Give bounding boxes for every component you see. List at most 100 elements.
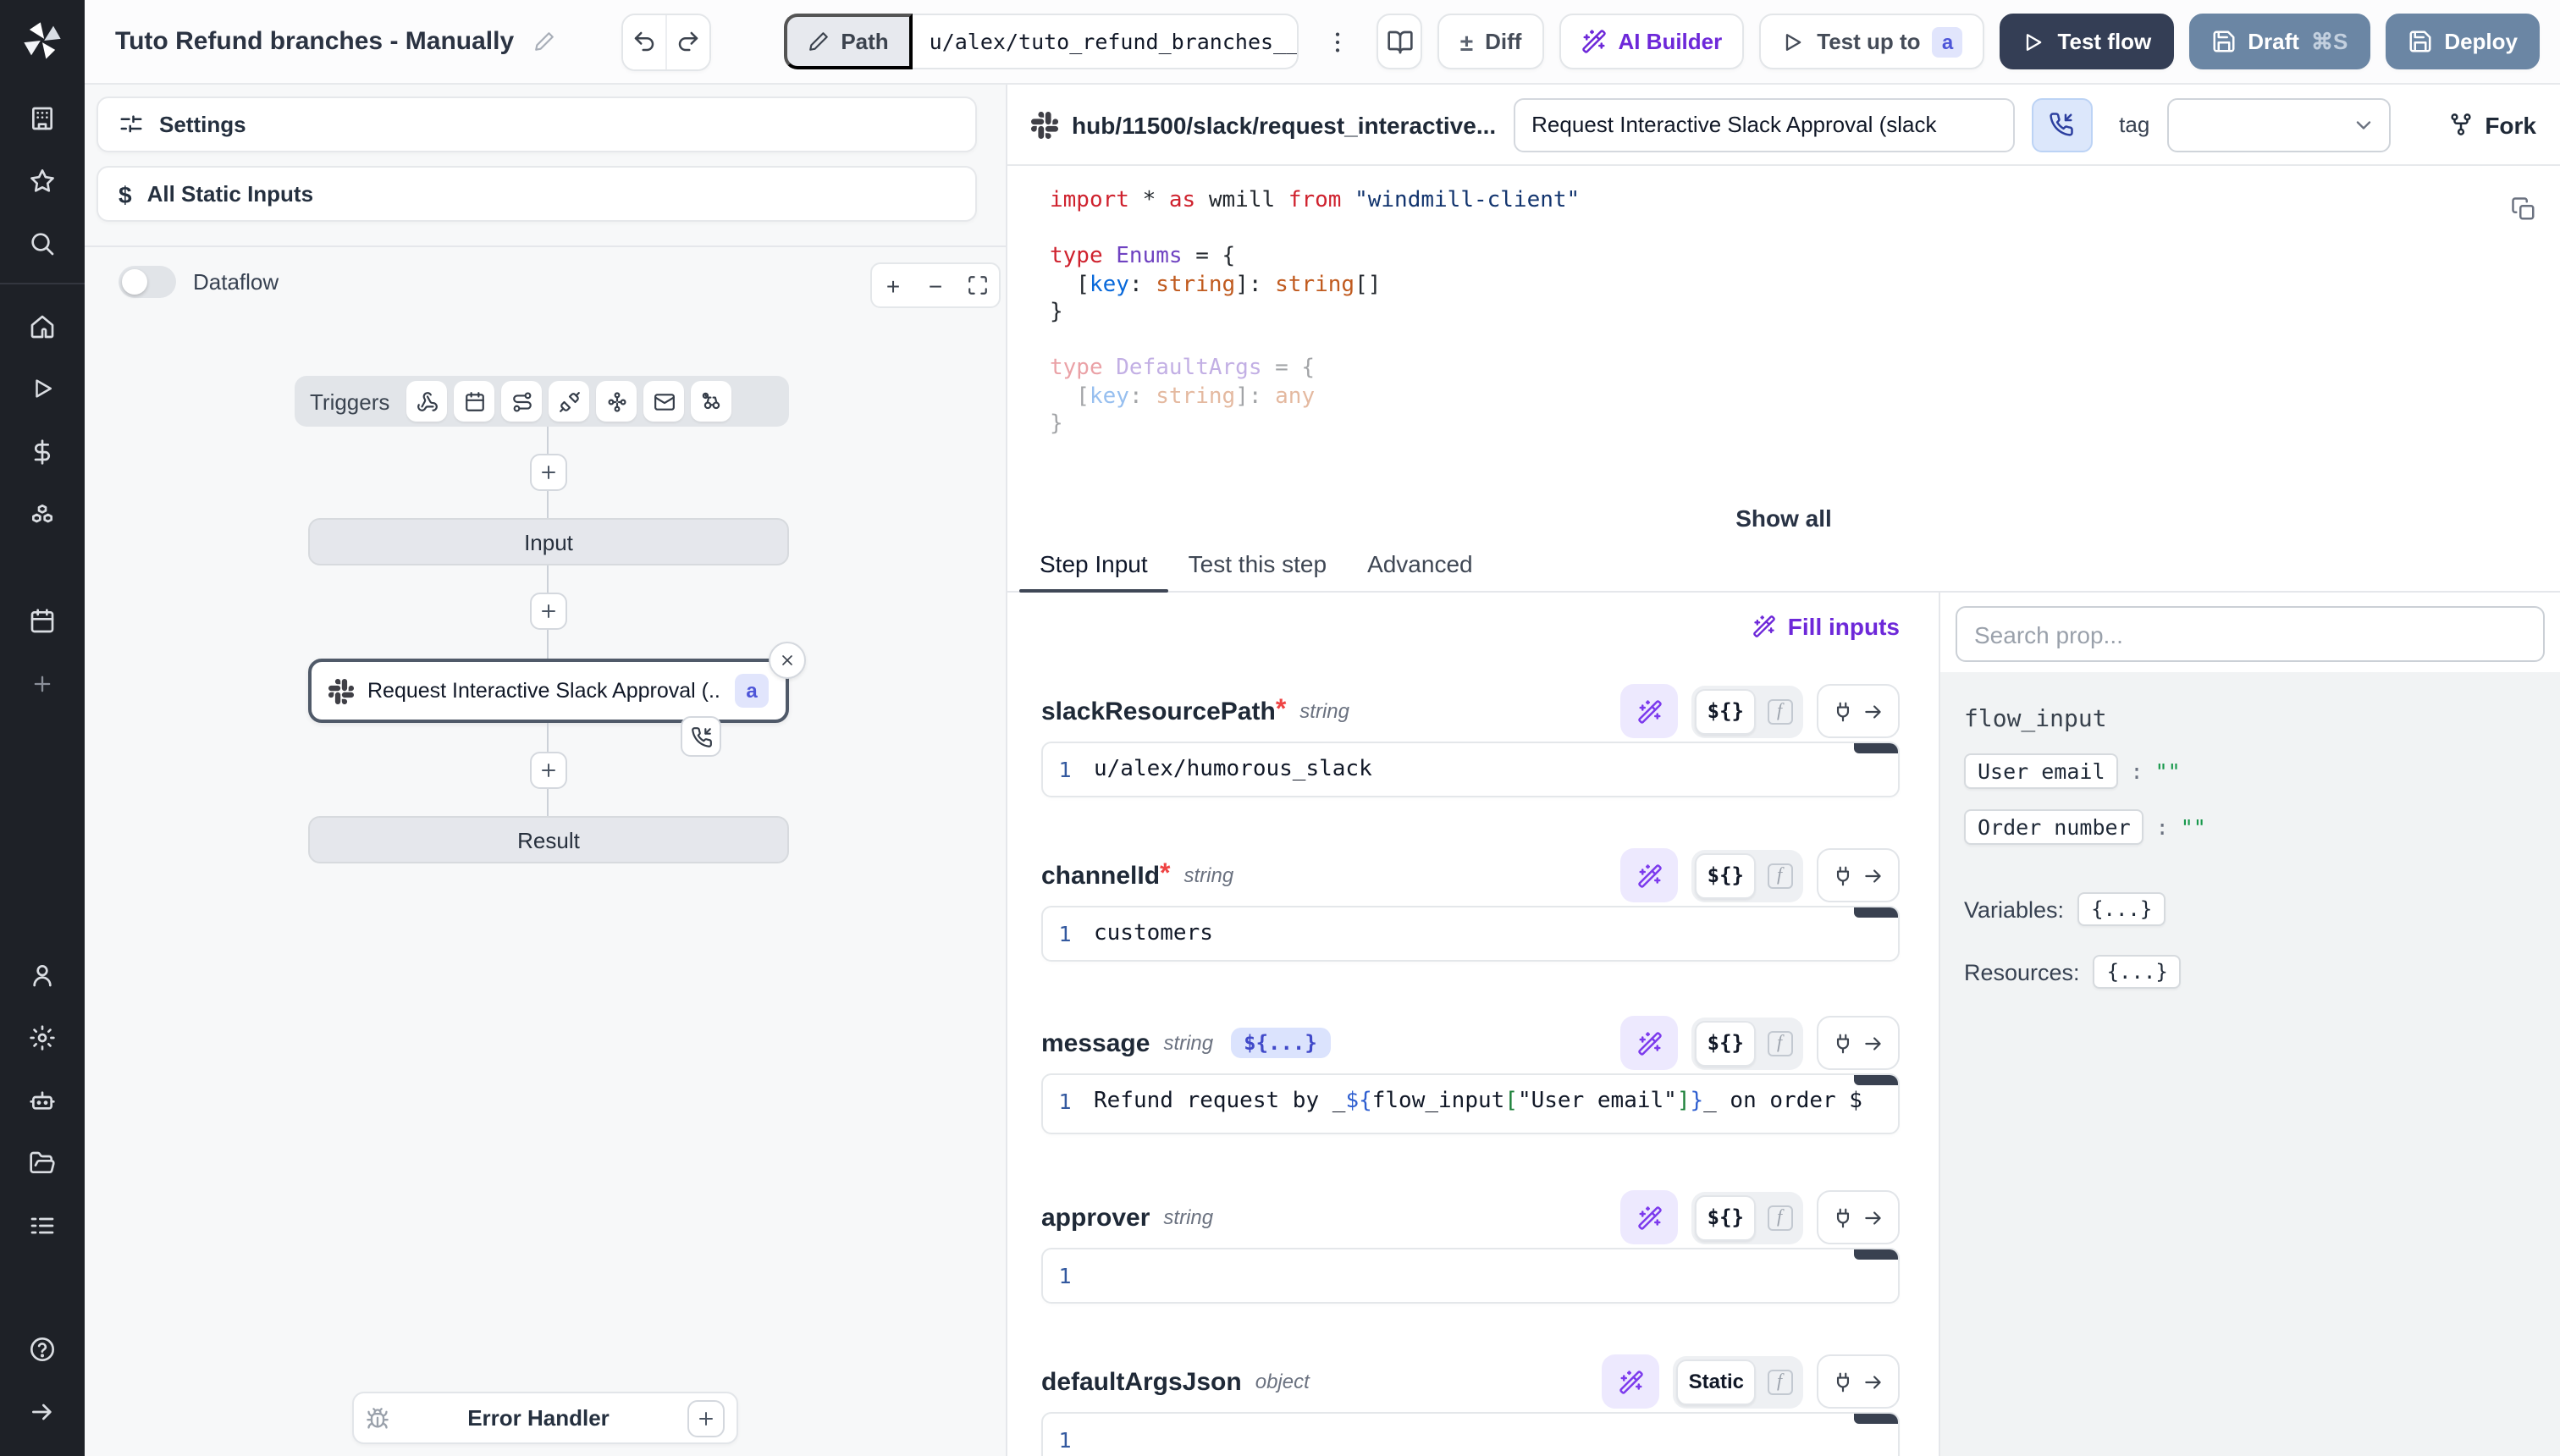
home-icon[interactable] [0,295,85,357]
http-route-icon[interactable] [501,381,542,422]
connect-input-button[interactable] [1817,684,1900,738]
function-mode-button[interactable]: f [1759,1359,1800,1404]
suspend-approval-phone-icon[interactable] [681,716,721,757]
template-mode-button[interactable]: ${} [1696,688,1756,734]
field-value[interactable] [1087,1249,1898,1302]
path-button[interactable]: Path [783,14,912,69]
fill-inputs-button[interactable]: Fill inputs [1752,613,1900,640]
variables-chip[interactable]: {...} [2077,892,2166,926]
field-value[interactable]: customers [1087,907,1898,960]
search-prop-input[interactable] [1956,606,2545,662]
kafka-icon[interactable] [596,381,637,422]
test-up-to-button[interactable]: Test up to a [1759,14,1984,69]
field-value[interactable]: u/alex/humorous_slack [1087,743,1898,796]
favorites-star-icon[interactable] [0,149,85,212]
scheduled-poll-icon[interactable] [691,381,731,422]
template-mode-button[interactable]: ${} [1696,852,1756,898]
copy-code-icon[interactable] [2511,196,2536,222]
connect-input-button[interactable] [1817,1016,1900,1070]
diff-button[interactable]: ± Diff [1438,14,1544,69]
schedule-calendar-icon[interactable] [454,381,494,422]
insert-step-button[interactable] [530,454,567,491]
tag-select[interactable] [2166,97,2390,152]
connect-input-button[interactable] [1817,1354,1900,1409]
audit-logs-icon[interactable] [0,1194,85,1256]
test-flow-button[interactable]: Test flow [2000,14,2174,69]
ai-fill-wand-icon[interactable] [1603,1354,1660,1409]
help-icon[interactable] [0,1317,85,1380]
hub-script-path[interactable]: hub/11500/slack/request_interactive... [1031,111,1496,138]
field-editor-message[interactable]: 1 Refund request by _${flow_input["User … [1041,1073,1900,1134]
flow-settings-button[interactable]: Settings [97,97,977,152]
show-all-button[interactable]: Show all [1735,505,1832,532]
runs-play-icon[interactable] [0,357,85,420]
path-value[interactable]: u/alex/tuto_refund_branches__ [913,14,1299,69]
function-mode-button[interactable]: f [1759,852,1800,898]
edit-title-pencil-icon[interactable] [532,30,554,52]
editor-scrollbar[interactable] [1854,1249,1898,1260]
expand-sidebar-icon[interactable] [0,1380,85,1442]
function-mode-button[interactable]: f [1759,1020,1800,1066]
field-editor-channelId[interactable]: 1 customers [1041,906,1900,962]
redo-button[interactable] [665,14,709,69]
ai-fill-wand-icon[interactable] [1621,848,1679,902]
more-options-kebab-icon[interactable] [1314,14,1361,69]
editor-scrollbar[interactable] [1854,743,1898,753]
field-editor-defaultArgsJson[interactable]: 1 [1041,1412,1900,1456]
insert-step-button[interactable] [530,593,567,630]
settings-gear-icon[interactable] [0,1006,85,1068]
email-icon[interactable] [643,381,684,422]
function-mode-button[interactable]: f [1759,1194,1800,1240]
workspace-icon[interactable] [0,86,85,149]
connect-input-button[interactable] [1817,1190,1900,1244]
triggers-node[interactable]: Triggers [295,376,789,427]
suspend-approval-phone-button[interactable] [2031,97,2092,152]
insert-step-button[interactable] [530,752,567,789]
websocket-plug-icon[interactable] [549,381,589,422]
step-title-input[interactable] [1513,97,2014,152]
editor-scrollbar[interactable] [1854,907,1898,918]
template-mode-button[interactable]: ${} [1696,1020,1756,1066]
prop-chip[interactable]: User email [1964,753,2119,789]
field-editor-approver[interactable]: 1 [1041,1248,1900,1304]
ai-fill-wand-icon[interactable] [1621,1016,1679,1070]
field-value[interactable] [1087,1414,1898,1456]
fork-button[interactable]: Fork [2447,111,2536,138]
webhook-icon[interactable] [406,381,447,422]
editor-scrollbar[interactable] [1854,1075,1898,1085]
fit-view-icon[interactable] [957,264,999,306]
field-editor-slackResourcePath[interactable]: 1 u/alex/humorous_slack [1041,742,1900,797]
editor-scrollbar[interactable] [1854,1414,1898,1424]
delete-step-close-icon[interactable] [769,642,806,679]
zoom-out-button[interactable]: − [914,264,957,306]
schedules-calendar-icon[interactable] [0,589,85,652]
ai-bot-icon[interactable] [0,1068,85,1131]
function-mode-button[interactable]: f [1759,688,1800,734]
result-node[interactable]: Result [308,816,789,863]
ai-fill-wand-icon[interactable] [1621,684,1679,738]
tab-test-this-step[interactable]: Test this step [1168,550,1347,591]
connect-input-button[interactable] [1817,848,1900,902]
input-node[interactable]: Input [308,518,789,565]
undo-button[interactable] [622,14,665,69]
prop-chip[interactable]: Order number [1964,809,2144,845]
tab-step-input[interactable]: Step Input [1019,550,1168,591]
all-static-inputs-button[interactable]: $ All Static Inputs [97,166,977,222]
users-icon[interactable] [0,943,85,1006]
template-mode-button[interactable]: ${} [1696,1194,1756,1240]
variables-dollar-icon[interactable] [0,420,85,483]
static-mode-button[interactable]: Static [1677,1359,1756,1404]
code-preview[interactable]: import * as wmill from "windmill-client"… [1007,166,2560,545]
ai-builder-button[interactable]: AI Builder [1559,14,1744,69]
error-handler-node[interactable]: Error Handler [352,1392,738,1444]
zoom-in-button[interactable]: + [872,264,914,306]
search-icon[interactable] [0,212,85,274]
deploy-button[interactable]: Deploy [2385,14,2540,69]
windmill-logo[interactable] [20,19,64,63]
draft-button[interactable]: Draft ⌘S [2188,14,2370,69]
tab-advanced[interactable]: Advanced [1347,550,1493,591]
ai-fill-wand-icon[interactable] [1621,1190,1679,1244]
docs-book-button[interactable] [1377,14,1423,69]
slack-approval-step-node[interactable]: Request Interactive Slack Approval (... … [308,659,789,723]
field-value[interactable]: Refund request by _${flow_input["User em… [1087,1075,1898,1133]
